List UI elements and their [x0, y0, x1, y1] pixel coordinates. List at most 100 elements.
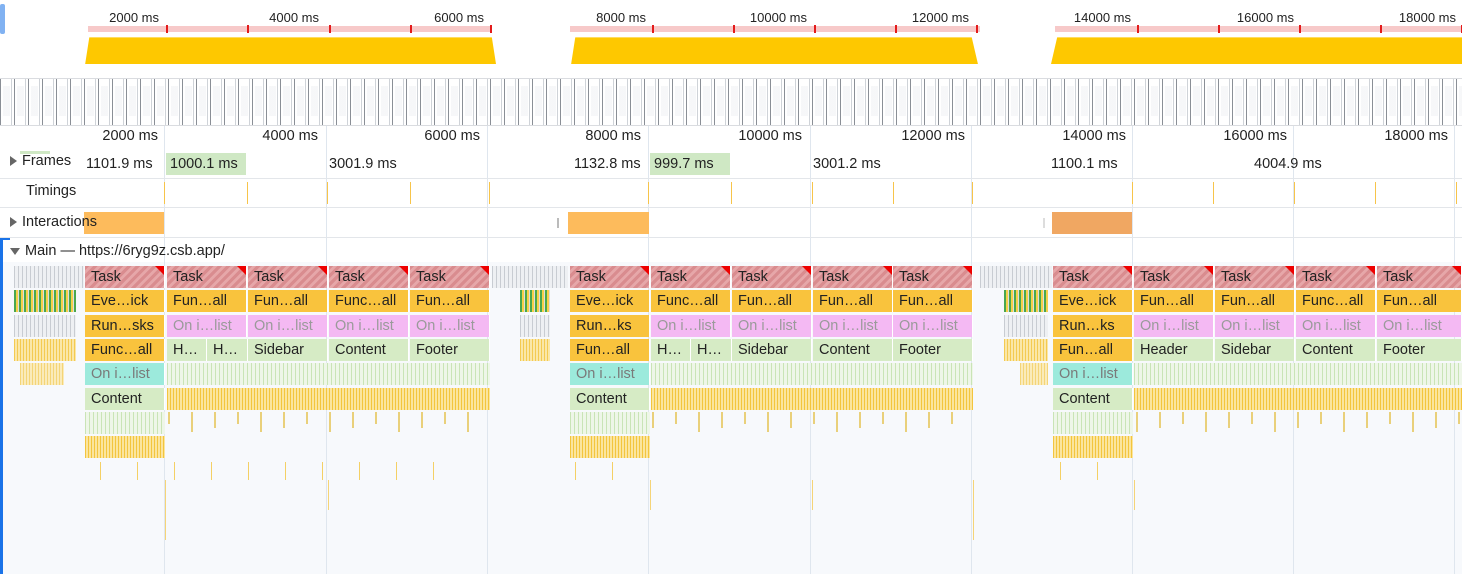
component-block[interactable]: Footer: [893, 339, 973, 361]
task-block[interactable]: Task: [570, 266, 650, 288]
overview-pane[interactable]: 2000 ms 4000 ms 6000 ms 8000 ms 10000 ms…: [0, 0, 1462, 126]
frame-duration[interactable]: 4004.9 ms: [1250, 153, 1322, 175]
component-block[interactable]: Content: [329, 339, 409, 361]
event-block[interactable]: Run…ks: [1053, 315, 1133, 337]
deep-call-mark: [165, 480, 166, 540]
event-block[interactable]: Fun…all: [167, 290, 247, 312]
event-block[interactable]: Fun…all: [1377, 290, 1462, 312]
component-block[interactable]: Sidebar: [1215, 339, 1295, 361]
component-block[interactable]: H…: [651, 339, 691, 361]
event-block[interactable]: Fun…all: [893, 290, 973, 312]
event-block[interactable]: Eve…ick: [85, 290, 165, 312]
task-block[interactable]: Task: [85, 266, 165, 288]
component-block[interactable]: Content: [570, 388, 650, 410]
task-block[interactable]: Task: [893, 266, 973, 288]
frame-duration[interactable]: 1000.1 ms: [166, 153, 238, 175]
task-block[interactable]: Task: [1215, 266, 1295, 288]
frames-label: Frames: [22, 153, 72, 169]
event-block[interactable]: Func…all: [1296, 290, 1376, 312]
task-block[interactable]: Task: [167, 266, 247, 288]
component-block[interactable]: Footer: [1377, 339, 1462, 361]
component-block[interactable]: H…: [207, 339, 248, 361]
event-block[interactable]: Fun…all: [410, 290, 490, 312]
ruler-tick: 16000 ms: [1223, 128, 1287, 144]
interaction-bar[interactable]: [568, 212, 649, 234]
interaction-bar[interactable]: [1052, 212, 1132, 234]
component-block[interactable]: Content: [85, 388, 165, 410]
event-block[interactable]: On i…list: [651, 315, 731, 337]
timing-marker: [1456, 182, 1457, 204]
task-block[interactable]: Task: [248, 266, 328, 288]
event-block[interactable]: Eve…ick: [1053, 290, 1133, 312]
event-block[interactable]: On i…list: [167, 315, 247, 337]
event-block[interactable]: Func…all: [651, 290, 731, 312]
deep-call-mark: [973, 480, 974, 540]
task-block[interactable]: Task: [732, 266, 812, 288]
overview-tick: 6000 ms: [434, 10, 484, 25]
interactions-track-toggle[interactable]: Interactions: [10, 214, 97, 230]
component-block[interactable]: Header: [1134, 339, 1214, 361]
ruler-tick: 8000 ms: [585, 128, 641, 144]
ruler-tick: 12000 ms: [901, 128, 965, 144]
frame-duration[interactable]: 1132.8 ms: [570, 153, 641, 175]
event-block[interactable]: Fun…all: [1134, 290, 1214, 312]
task-block[interactable]: Task: [1377, 266, 1462, 288]
short-tasks: [980, 266, 1052, 288]
event-block[interactable]: Fun…all: [732, 290, 812, 312]
event-block[interactable]: Func…all: [329, 290, 409, 312]
task-block[interactable]: Task: [1053, 266, 1133, 288]
event-block[interactable]: Fun…all: [1053, 339, 1133, 361]
component-block[interactable]: Sidebar: [732, 339, 812, 361]
event-block[interactable]: Fun…all: [248, 290, 328, 312]
event-block[interactable]: On i…list: [570, 363, 650, 385]
frames-track-toggle[interactable]: Frames: [10, 153, 71, 169]
event-block[interactable]: On i…list: [85, 363, 165, 385]
deep-calls: [570, 436, 650, 458]
component-block[interactable]: Sidebar: [248, 339, 328, 361]
component-block[interactable]: Content: [1296, 339, 1376, 361]
task-block[interactable]: Task: [651, 266, 731, 288]
event-block[interactable]: On i…list: [410, 315, 490, 337]
expand-arrow-icon: [10, 156, 17, 167]
component-block[interactable]: H…: [691, 339, 732, 361]
frame-duration[interactable]: 3001.9 ms: [325, 153, 397, 175]
component-block[interactable]: Content: [1053, 388, 1133, 410]
event-block[interactable]: On i…list: [248, 315, 328, 337]
frame-duration[interactable]: 1101.9 ms: [82, 153, 153, 175]
event-block[interactable]: Run…ks: [570, 315, 650, 337]
task-block[interactable]: Task: [813, 266, 893, 288]
deep-call-mark: [421, 412, 423, 428]
event-block[interactable]: On i…list: [1134, 315, 1214, 337]
event-block[interactable]: Run…sks: [85, 315, 165, 337]
event-block[interactable]: On i…list: [732, 315, 812, 337]
short-tasks: [14, 339, 76, 361]
task-block[interactable]: Task: [1296, 266, 1376, 288]
component-block[interactable]: Content: [813, 339, 893, 361]
event-block[interactable]: On i…list: [329, 315, 409, 337]
event-block[interactable]: On i…list: [813, 315, 893, 337]
event-block[interactable]: On i…list: [1053, 363, 1133, 385]
task-block[interactable]: Task: [1134, 266, 1214, 288]
deep-call-mark: [1251, 412, 1253, 424]
long-task-marker: [1218, 25, 1220, 33]
task-block[interactable]: Task: [410, 266, 490, 288]
frame-duration[interactable]: 999.7 ms: [650, 153, 714, 175]
event-block[interactable]: Fun…all: [1215, 290, 1295, 312]
timing-marker: [648, 182, 649, 204]
event-block[interactable]: On i…list: [1296, 315, 1376, 337]
frame-duration[interactable]: 3001.2 ms: [809, 153, 881, 175]
event-block[interactable]: On i…list: [1215, 315, 1295, 337]
event-block[interactable]: Fun…all: [813, 290, 893, 312]
component-block[interactable]: H…: [167, 339, 207, 361]
event-block[interactable]: Func…all: [85, 339, 165, 361]
event-block[interactable]: On i…list: [893, 315, 973, 337]
event-block[interactable]: Fun…all: [570, 339, 650, 361]
task-block[interactable]: Task: [329, 266, 409, 288]
component-block[interactable]: Footer: [410, 339, 490, 361]
event-block[interactable]: On i…list: [1377, 315, 1462, 337]
event-block[interactable]: Eve…ick: [570, 290, 650, 312]
overview-left-handle[interactable]: [0, 4, 5, 34]
timing-marker: [812, 182, 813, 204]
frame-duration[interactable]: 1100.1 ms: [1047, 153, 1118, 175]
main-thread-toggle[interactable]: Main — https://6ryg9z.csb.app/: [10, 243, 225, 259]
